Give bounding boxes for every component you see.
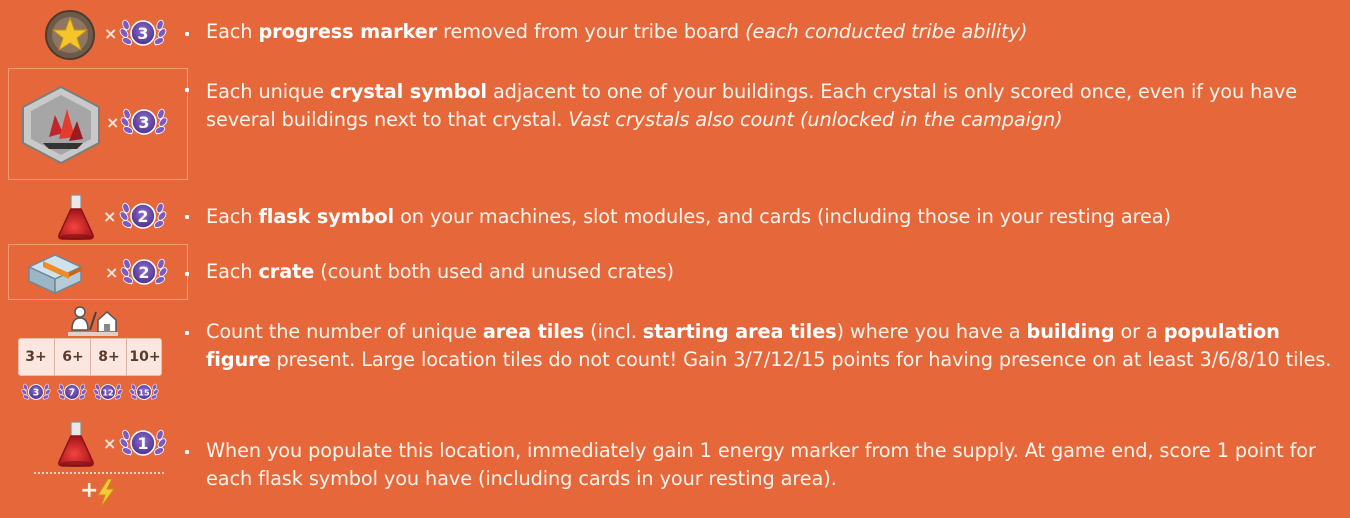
victory-point-badge: 3 [118, 107, 170, 136]
text-segment: Count the number of unique [206, 320, 483, 343]
text-segment: Each [206, 20, 259, 43]
bold-term: flask symbol [258, 205, 395, 228]
bold-term: crystal symbol [330, 80, 487, 103]
multiply-sign: × [105, 263, 119, 282]
row-description: Each unique crystal symbol adjacent to o… [206, 78, 1342, 134]
bold-term: crate [258, 260, 315, 283]
row-description: Each flask symbol on your machines, slot… [206, 203, 1342, 231]
bold-term: building [1026, 320, 1115, 343]
scoring-row-crate: × 2 Each crate (count both used and unus… [0, 244, 1350, 302]
building-population-icon [68, 306, 118, 336]
victory-point-badge: 2 [118, 257, 170, 286]
bullet [185, 450, 189, 454]
badge-points: 2 [137, 207, 148, 226]
scoring-row-progress-marker: × 3 Each progress marker removed from yo… [0, 0, 1350, 70]
text-segment: on your machines, slot modules, and card… [394, 205, 1171, 228]
row-description: Each progress marker removed from your t… [206, 18, 1342, 46]
bullet [185, 272, 189, 276]
text-segment: or a [1114, 320, 1164, 343]
italic-note: Vast crystals also count (unlocked in th… [568, 108, 1063, 131]
text-segment: (count both used and unused crates) [314, 260, 674, 283]
multiply-sign: × [104, 24, 118, 43]
bullet [185, 215, 189, 219]
text-segment: (incl. [584, 320, 643, 343]
victory-point-badge: 3 [117, 18, 169, 47]
scoring-row-area-tiles: 3+ 6+ 8+ 10+ 3 7 12 15 Count the number … [0, 302, 1350, 418]
text-segment: ) where you have a [836, 320, 1027, 343]
multiply-sign: × [106, 113, 120, 132]
row-description: Each crate (count both used and unused c… [206, 258, 1342, 286]
progress-marker-icon [45, 10, 95, 60]
scoring-row-flask: × 2 Each flask symbol on your machines, … [0, 187, 1350, 247]
threshold-cell: 3+ [25, 349, 47, 365]
threshold-points: 7 [69, 388, 75, 399]
text-segment: Each [206, 260, 259, 283]
victory-point-badge: 2 [117, 201, 169, 230]
text-segment: When you populate this location, immedia… [206, 439, 1316, 490]
flask-icon [58, 421, 94, 467]
row-icons: × 3 [8, 68, 188, 180]
threshold-points-row: 3 7 12 15 [20, 382, 160, 401]
multiply-sign: × [103, 434, 117, 453]
crate-icon [27, 254, 83, 295]
bullet [185, 331, 189, 335]
threshold-cell: 8+ [90, 338, 127, 376]
scoring-row-populate-location: × 1 + When you populate this location, i… [0, 420, 1350, 518]
badge-points: 3 [138, 113, 149, 132]
bullet [185, 32, 189, 36]
threshold-table: 3+ 6+ 8+ 10+ 3 7 12 15 [18, 338, 162, 410]
victory-point-badge: 1 [117, 428, 169, 457]
badge-points: 2 [138, 263, 149, 282]
text-segment: Each [206, 205, 259, 228]
threshold-cell: 6+ [54, 338, 91, 376]
text-segment: Each unique [206, 80, 330, 103]
threshold-points: 15 [138, 389, 150, 398]
bold-term: starting area tiles [642, 320, 837, 343]
scoring-row-crystal: × 3 Each unique crystal symbol adjacent … [0, 68, 1350, 184]
divider [34, 472, 164, 474]
text-segment: present. Large location tiles do not cou… [270, 348, 1332, 371]
badge-points: 1 [137, 434, 148, 453]
badge-points: 3 [137, 24, 148, 43]
italic-note: (each conducted tribe ability) [745, 20, 1028, 43]
flask-icon [58, 194, 94, 240]
multiply-sign: × [103, 207, 117, 226]
text-segment: removed from your tribe board [437, 20, 746, 43]
crystal-hex-icon [22, 85, 100, 165]
row-description: When you populate this location, immedia… [206, 437, 1342, 493]
row-description: Count the number of unique area tiles (i… [206, 318, 1342, 374]
energy-icon [97, 478, 115, 508]
threshold-cell: 10+ [126, 338, 163, 376]
bullet [185, 88, 189, 92]
threshold-points: 12 [102, 389, 113, 398]
threshold-points: 3 [33, 388, 39, 399]
bold-term: area tiles [482, 320, 585, 343]
bold-term: progress marker [258, 20, 438, 43]
row-icons: × 2 [8, 244, 188, 300]
